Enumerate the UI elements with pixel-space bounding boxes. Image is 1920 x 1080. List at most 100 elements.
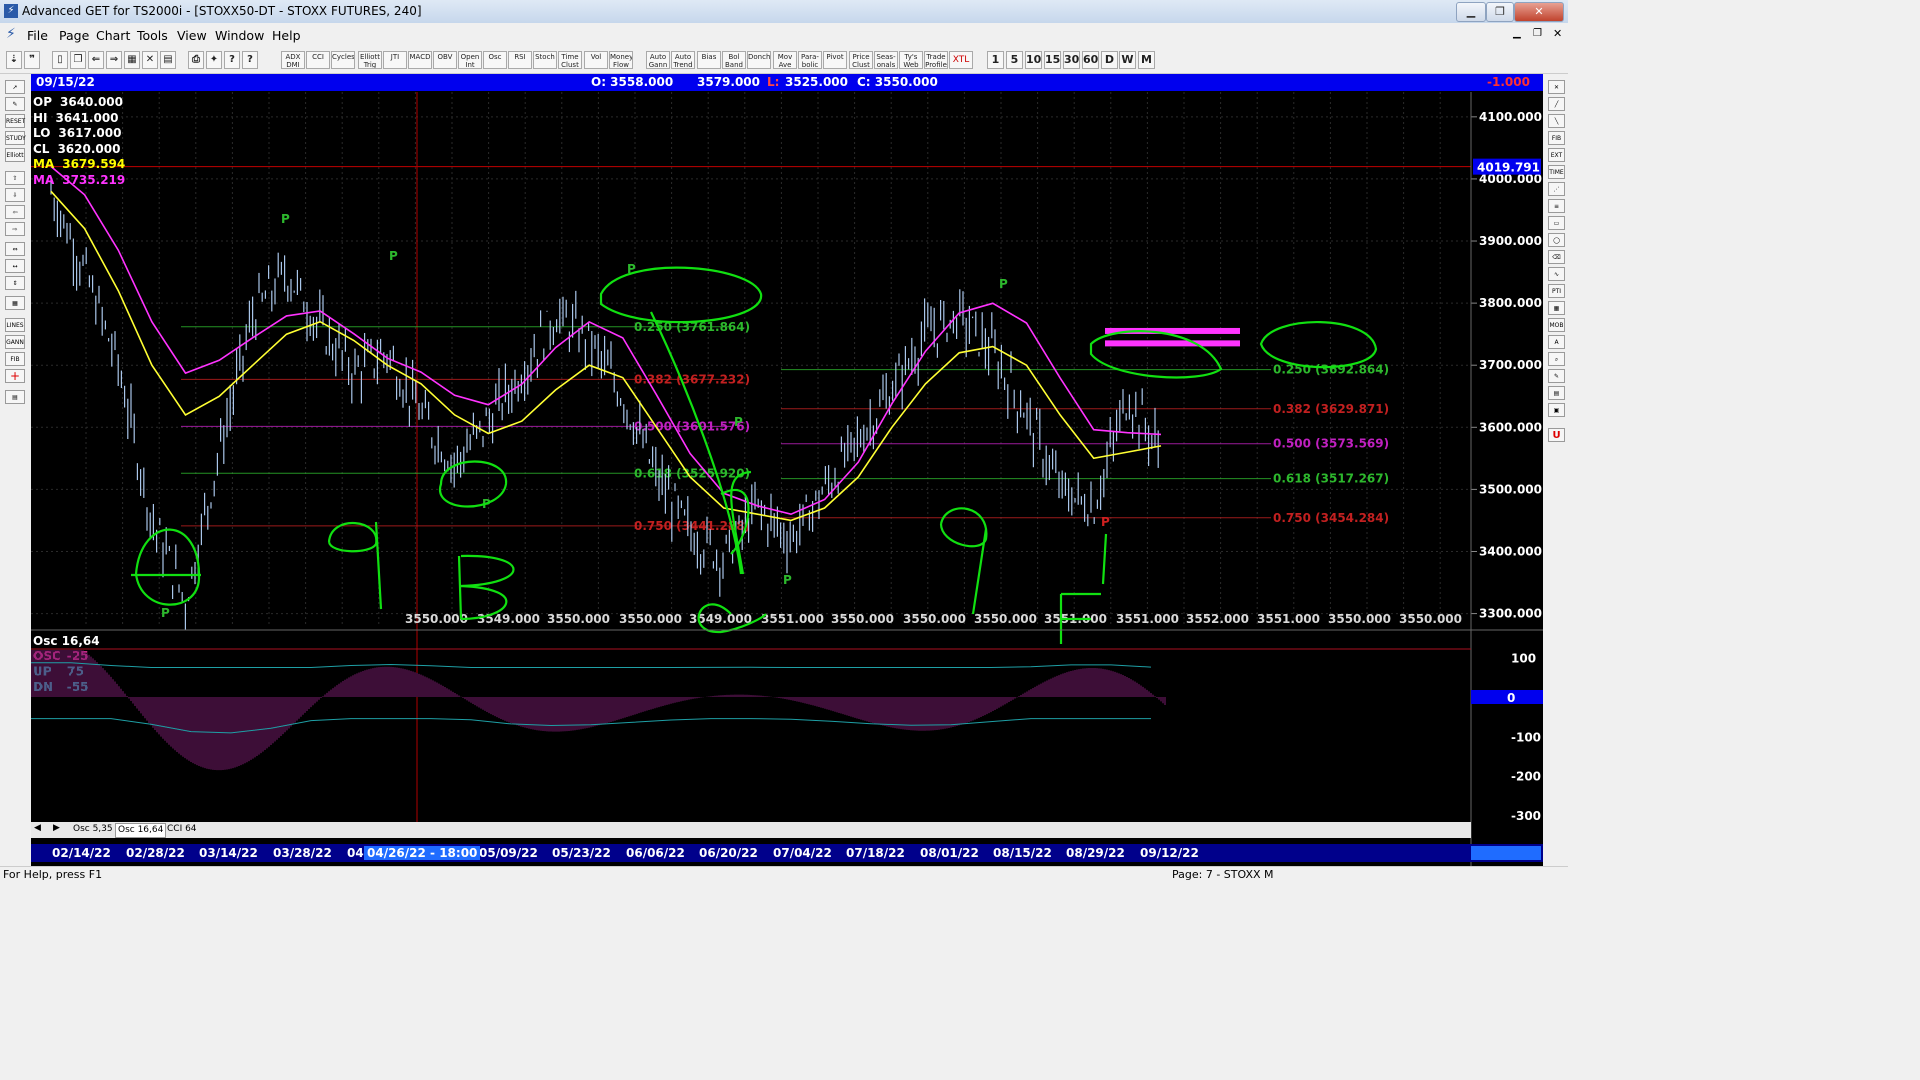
chart-canvas[interactable]: 4100.0004000.0003900.0003800.0003700.000… [31, 74, 1543, 866]
study-button-donch[interactable]: Donch [747, 51, 771, 69]
print-icon[interactable]: ⎙ [188, 51, 204, 69]
menu-tools[interactable]: Tools [137, 28, 168, 43]
tab-osc-5-35[interactable]: Osc 5,35 [71, 823, 115, 836]
arrow-up-icon[interactable]: ⇧ [5, 171, 25, 185]
help-icon[interactable]: ? [224, 51, 240, 69]
study-button-obv[interactable]: OBV [433, 51, 457, 69]
mdi-restore-button[interactable]: ❐ [1533, 28, 1542, 39]
crosshair-icon[interactable]: + [5, 369, 25, 383]
close-button[interactable]: ✕ [1514, 2, 1564, 22]
study-tool-icon[interactable]: ✎ [5, 97, 25, 111]
fib-time-icon[interactable]: TIME [1548, 165, 1565, 179]
doc-icon[interactable]: ⚡ [6, 26, 16, 42]
mob-tool-icon[interactable]: MOB [1548, 318, 1565, 332]
pointer-tool-icon[interactable]: ⇣ [6, 51, 22, 69]
study-list-icon[interactable]: STUDY [5, 131, 26, 145]
arrow-right-icon[interactable]: ⇨ [5, 222, 25, 236]
study-button-price-clust[interactable]: Price Clust [849, 51, 873, 69]
undo-tool-icon[interactable]: U [1548, 428, 1565, 442]
fib-tool-icon[interactable]: FIB [5, 352, 25, 366]
fib-ext-icon[interactable]: EXT [1548, 148, 1565, 162]
list-tool-icon[interactable]: ▤ [1548, 386, 1565, 400]
vertical-scale-icon[interactable]: ⇕ [5, 276, 25, 290]
study-button-auto-trend[interactable]: Auto Trend [671, 51, 695, 69]
cursor-tool-icon[interactable]: ➚ [5, 80, 25, 94]
study-button-macd[interactable]: MACD [408, 51, 432, 69]
eraser-tool-icon[interactable]: ⌫ [1548, 250, 1565, 264]
arrow-left-icon[interactable]: ⇦ [5, 205, 25, 219]
save-icon[interactable]: ⇒ [106, 51, 122, 69]
grid-tool-icon[interactable]: ▦ [5, 296, 25, 310]
study-button-adx-dmi[interactable]: ADX DMI [281, 51, 305, 69]
channel-tool-icon[interactable]: ≡ [1548, 199, 1565, 213]
tab-scroll-left-icon[interactable]: ◀ [34, 823, 41, 833]
pen-tool-icon[interactable]: ╱ [1548, 97, 1565, 111]
elliott-tool-icon[interactable]: Elliott [5, 148, 25, 162]
study-button-osc[interactable]: Osc [483, 51, 507, 69]
study-button-bias[interactable]: Bias [697, 51, 721, 69]
new-page-icon[interactable]: ▯ [52, 51, 68, 69]
menu-window[interactable]: Window [215, 28, 264, 43]
study-button-cycles[interactable]: Cycles [331, 51, 355, 69]
study-button-jti[interactable]: JTI [383, 51, 407, 69]
study-button-time-clust[interactable]: Time Clust [558, 51, 582, 69]
layout-icon[interactable]: ▤ [160, 51, 176, 69]
chart-area[interactable]: 4100.000 4000.000 3900.000 3800.000 3700.000… [31, 74, 1543, 866]
study-button-bol-band[interactable]: Bol Band [722, 51, 746, 69]
delete-icon[interactable]: ✕ [142, 51, 158, 69]
timeframe-button-m[interactable]: M [1138, 51, 1155, 69]
ellipse-tool-icon[interactable]: ◯ [1548, 233, 1565, 247]
study-button-ty-s-web[interactable]: Ty's Web [899, 51, 923, 69]
menu-file[interactable]: File [27, 28, 48, 43]
study-button-xtl[interactable]: XTL [949, 51, 973, 69]
tab-osc-16-64[interactable]: Osc 16,64 [115, 823, 167, 838]
study-button-auto-gann[interactable]: Auto Gann [646, 51, 670, 69]
timeframe-button-30[interactable]: 30 [1063, 51, 1080, 69]
reset-tool-icon[interactable]: RESET [5, 114, 25, 128]
marker-tool-icon[interactable]: ✎ [1548, 369, 1565, 383]
zoom-tool-icon[interactable]: ⌕ [1548, 352, 1565, 366]
study-button-vol[interactable]: Vol [584, 51, 608, 69]
study-button-mov-ave[interactable]: Mov Ave [773, 51, 797, 69]
arrow-down-icon[interactable]: ⇩ [5, 188, 25, 202]
study-button-para-bolic[interactable]: Para-bolic [798, 51, 822, 69]
tab-scroll-right-icon[interactable]: ▶ [53, 823, 60, 833]
menu-page[interactable]: Page [59, 28, 89, 43]
date-scroll-thumb[interactable] [1471, 846, 1541, 860]
minimize-button[interactable]: ▁ [1456, 2, 1486, 22]
maximize-button[interactable]: ❐ [1486, 2, 1514, 22]
study-button-rsi[interactable]: RSI [508, 51, 532, 69]
timeframe-button-w[interactable]: W [1119, 51, 1136, 69]
menu-view[interactable]: View [177, 28, 207, 43]
text-tool-icon[interactable]: A [1548, 335, 1565, 349]
fib-ret-icon[interactable]: FIB [1548, 131, 1565, 145]
tab-cci-64[interactable]: CCI 64 [165, 823, 199, 836]
study-button-pivot[interactable]: Pivot [823, 51, 847, 69]
menu-chart[interactable]: Chart [96, 28, 130, 43]
study-button-elliott-trig[interactable]: Elliott Trig [358, 51, 382, 69]
timeframe-button-15[interactable]: 15 [1044, 51, 1061, 69]
compress-icon[interactable]: ⇔ [5, 242, 25, 256]
close-tool-icon[interactable]: ✕ [1548, 80, 1565, 94]
lines-tool-icon[interactable]: LINES [5, 318, 25, 332]
line-tool-icon[interactable]: ╲ [1548, 114, 1565, 128]
study-button-open-int[interactable]: Open Int [458, 51, 482, 69]
study-button-stoch[interactable]: Stoch [533, 51, 557, 69]
fan-tool-icon[interactable]: ⋰ [1548, 182, 1565, 196]
expand-icon[interactable]: ↔ [5, 259, 25, 273]
study-button-money-flow[interactable]: Money Flow [609, 51, 633, 69]
open-icon[interactable]: ⇐ [88, 51, 104, 69]
mdi-close-button[interactable]: ✕ [1553, 27, 1562, 40]
timeframe-button-60[interactable]: 60 [1082, 51, 1099, 69]
context-help-icon[interactable]: ? [242, 51, 258, 69]
timeframe-button-d[interactable]: D [1101, 51, 1118, 69]
calc-tool-icon[interactable]: ▣ [1548, 403, 1565, 417]
timeframe-button-10[interactable]: 10 [1025, 51, 1042, 69]
timeframe-button-5[interactable]: 5 [1006, 51, 1023, 69]
gann-tool-icon[interactable]: GANN [5, 335, 25, 349]
grid-icon[interactable]: ▦ [124, 51, 140, 69]
box-tool-icon[interactable]: ▭ [1548, 216, 1565, 230]
study-button-trade-profile[interactable]: Trade Profile [924, 51, 948, 69]
quote-tool-icon[interactable]: ❞ [24, 51, 40, 69]
study-button-cci[interactable]: CCI [306, 51, 330, 69]
